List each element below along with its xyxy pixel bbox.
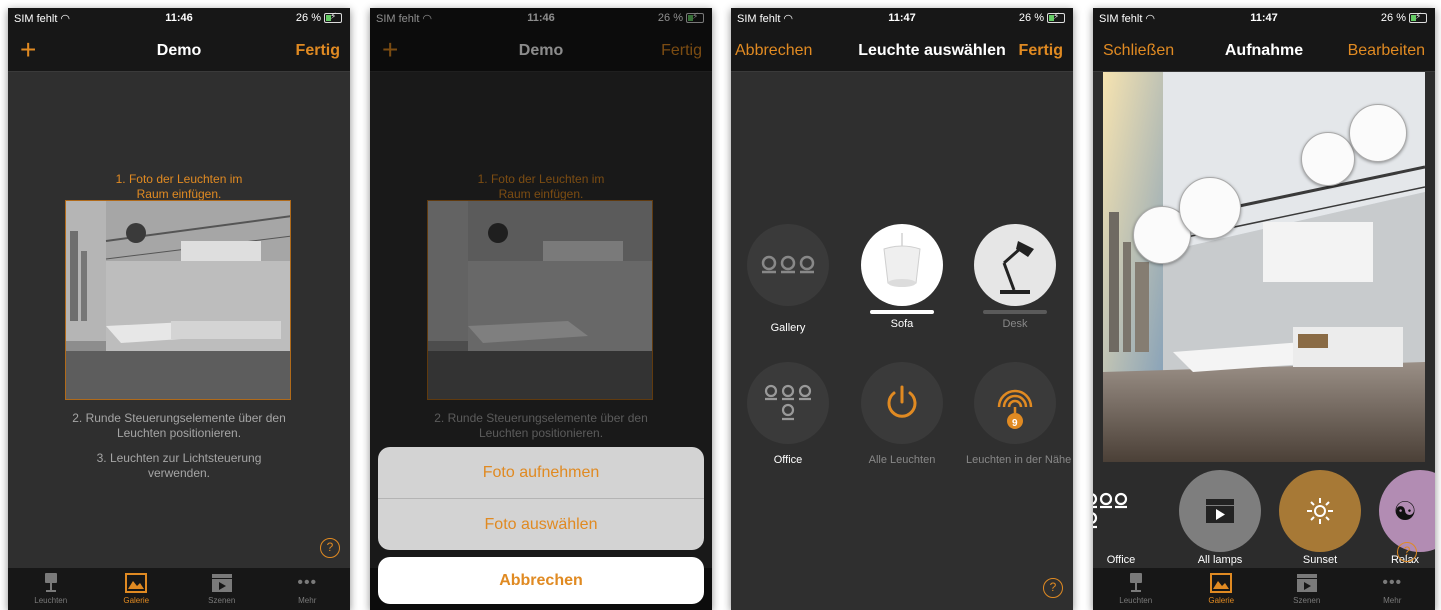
tab-label: Galerie	[123, 596, 150, 605]
gallery-icon	[1179, 570, 1265, 596]
tab-label: Galerie	[1208, 596, 1235, 605]
done-button[interactable]: Fertig	[1019, 42, 1063, 60]
bulb-group-icon	[747, 362, 829, 444]
instruction-step-1: 1. Foto der Leuchten im Raum einfügen.	[115, 172, 243, 201]
lamp-label: Office	[773, 454, 803, 466]
room-illustration	[66, 201, 290, 399]
nav-bar: + Demo Fertig	[8, 30, 350, 72]
scene-office[interactable]: Office	[1093, 470, 1147, 566]
tab-szenen[interactable]: Szenen	[179, 568, 265, 610]
battery-icon	[1409, 11, 1427, 23]
desk-lamp-icon	[974, 224, 1056, 306]
lamp-label: Alle Leuchten	[868, 454, 936, 466]
nearby-signal-icon: 9	[974, 362, 1056, 444]
room-photo-placeholder[interactable]	[65, 200, 291, 400]
edit-button[interactable]: Bearbeiten	[1348, 42, 1425, 60]
gallery-icon	[94, 570, 180, 596]
battery-percent: 26 %	[295, 12, 321, 24]
gallery-content: 1. Foto der Leuchten im Raum einfügen. 2…	[8, 72, 350, 568]
scene-label: All lamps	[1197, 554, 1243, 566]
scene-clapper-icon	[1179, 470, 1261, 552]
tab-szenen[interactable]: Szenen	[1264, 568, 1350, 610]
brightness-bar	[870, 310, 934, 314]
screen-demo-gallery: SIM fehlt◠ 11:46 26 % + Demo Fertig 1. F…	[8, 8, 350, 610]
action-sheet: Foto aufnehmen Foto auswählen	[378, 447, 704, 550]
scene-all-lamps[interactable]: All lamps	[1179, 470, 1261, 566]
help-button[interactable]: ?	[1397, 542, 1417, 562]
scene-strip: Office All lamps Sunset ☯ Relax ?	[1093, 462, 1435, 568]
tab-leuchten[interactable]: Leuchten	[1093, 568, 1179, 610]
tab-mehr[interactable]: ••• Mehr	[265, 568, 351, 610]
lamp-picker: Gallery Sofa Desk Office Alle Leuchten 9…	[731, 72, 1073, 610]
battery-percent: 26 %	[1018, 12, 1044, 24]
help-button[interactable]: ?	[1043, 578, 1063, 598]
scene-clapper-icon	[1264, 570, 1350, 596]
tab-bar: Leuchten Galerie Szenen ••• Mehr	[8, 568, 350, 610]
tab-label: Mehr	[1383, 596, 1402, 605]
instruction-step-2: 2. Runde Steuerungselemente über den Leu…	[72, 411, 286, 440]
take-photo-button[interactable]: Foto aufnehmen	[378, 447, 704, 498]
nav-bar: Schließen Aufnahme Bearbeiten	[1093, 30, 1435, 72]
lamp-item-desk[interactable]: Desk	[974, 224, 1056, 330]
tab-label: Szenen	[208, 596, 236, 605]
tab-label: Leuchten	[1119, 596, 1153, 605]
power-icon	[861, 362, 943, 444]
scene-sunset[interactable]: Sunset	[1279, 470, 1361, 566]
status-bar: SIM fehlt ◠ 11:47 26 %	[1093, 8, 1435, 30]
battery-icon	[1047, 11, 1065, 23]
tab-label: Leuchten	[34, 596, 68, 605]
yin-yang-icon: ☯	[1379, 470, 1435, 552]
tab-mehr[interactable]: ••• Mehr	[1350, 568, 1436, 610]
sun-icon	[1279, 470, 1361, 552]
scene-label: Office	[1106, 554, 1136, 566]
more-dots-icon: •••	[297, 574, 318, 591]
instruction-step-3: 3. Leuchten zur Lichtsteuerung verwenden…	[96, 451, 262, 480]
tab-galerie[interactable]: Galerie	[1179, 568, 1265, 610]
screen-demo-photo-sheet: SIM fehlt◠ 11:46 26 % + Demo Fertig 1. F…	[370, 8, 712, 610]
nearby-count-badge: 9	[1012, 418, 1018, 429]
nav-bar: Abbrechen Leuchte auswählen Fertig	[731, 30, 1073, 72]
pendant-lamp-icon	[861, 224, 943, 306]
brightness-bar	[983, 310, 1047, 314]
lamp-item-nearby[interactable]: 9 Leuchten in der Nähe	[966, 362, 1071, 466]
more-dots-icon: •••	[1382, 574, 1403, 591]
screen-select-lamp: SIM fehlt◠ 11:47 26 % Abbrechen Leuchte …	[731, 8, 1073, 610]
lamp-item-office[interactable]: Office	[747, 362, 829, 466]
lamp-icon	[8, 570, 94, 596]
lamp-item-gallery[interactable]: Gallery	[747, 224, 829, 334]
screen-recording: SIM fehlt◠ 11:47 26 % Schließen Aufnahme…	[1093, 8, 1435, 610]
status-bar: SIM fehlt ◠ 11:46 26 %	[8, 8, 350, 30]
done-button[interactable]: Fertig	[296, 42, 340, 60]
bulb-group-icon	[1093, 470, 1147, 552]
tab-leuchten[interactable]: Leuchten	[8, 568, 94, 610]
scene-label: Sunset	[1302, 554, 1338, 566]
lamp-label: Leuchten in der Nähe	[966, 454, 1072, 466]
lamp-item-all[interactable]: Alle Leuchten	[861, 362, 943, 466]
lamp-control-handle[interactable]	[1179, 177, 1241, 239]
lamp-icon	[1093, 570, 1179, 596]
scene-clapper-icon	[179, 570, 265, 596]
tab-bar: Leuchten Galerie Szenen ••• Mehr	[1093, 568, 1435, 610]
lamp-control-handle[interactable]	[1301, 132, 1355, 186]
lamp-label: Sofa	[890, 318, 914, 330]
lamp-label: Gallery	[770, 322, 806, 334]
battery-icon	[324, 11, 342, 23]
lamp-label: Desk	[1002, 318, 1028, 330]
choose-photo-button[interactable]: Foto auswählen	[378, 499, 704, 550]
help-button[interactable]: ?	[320, 538, 340, 558]
battery-percent: 26 %	[1380, 12, 1406, 24]
tab-label: Mehr	[298, 596, 317, 605]
lamp-control-handle[interactable]	[1349, 104, 1407, 162]
cancel-button[interactable]: Abbrechen	[378, 557, 704, 604]
tab-label: Szenen	[1293, 596, 1321, 605]
status-bar: SIM fehlt ◠ 11:47 26 %	[731, 8, 1073, 30]
tab-galerie[interactable]: Galerie	[94, 568, 180, 610]
lamp-item-sofa[interactable]: Sofa	[861, 224, 943, 330]
three-bulbs-icon	[747, 224, 829, 306]
